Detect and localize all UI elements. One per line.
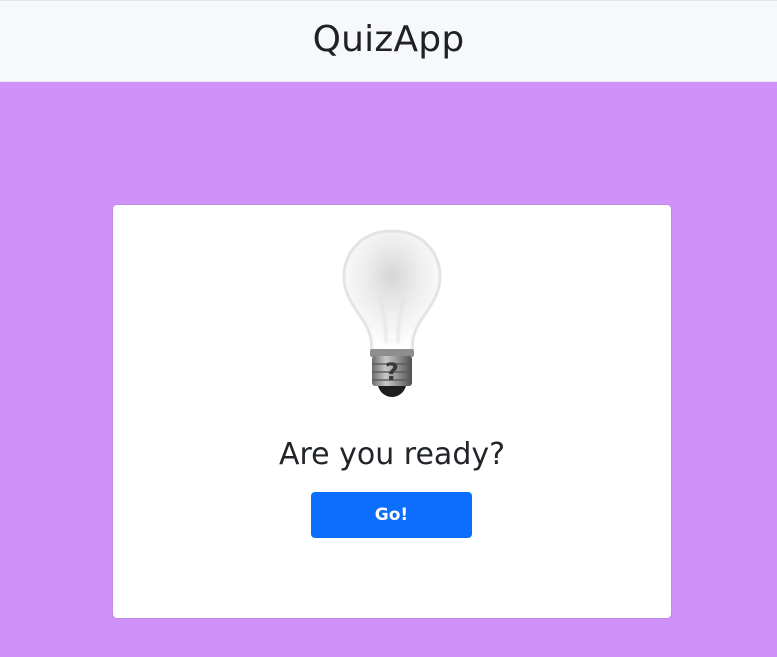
ready-prompt: Are you ready?	[278, 437, 506, 472]
go-button[interactable]: Go!	[311, 492, 472, 538]
start-card: ? Are you ready? Go!	[113, 205, 671, 618]
app-header: QuizApp	[0, 0, 777, 82]
svg-text:?: ?	[385, 358, 399, 386]
page-background: ? Are you ready? Go!	[0, 82, 777, 657]
lightbulb-question-icon: ?	[334, 225, 450, 401]
app-title: QuizApp	[312, 18, 465, 60]
